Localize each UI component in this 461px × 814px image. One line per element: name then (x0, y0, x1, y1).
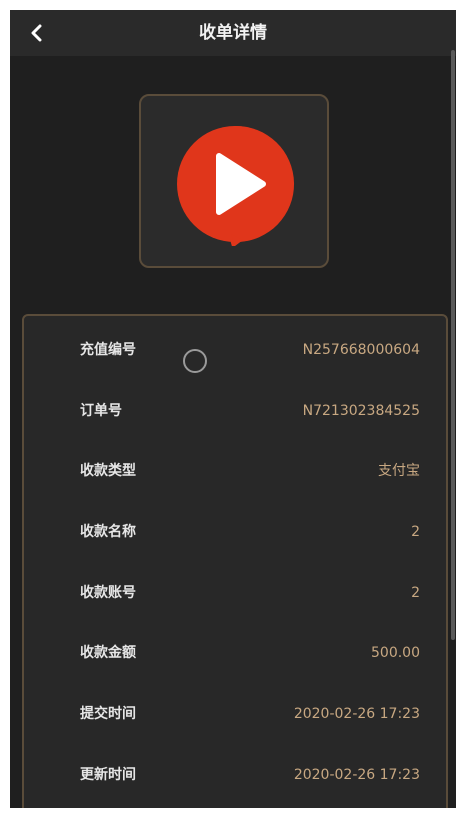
detail-label: 提交时间 (80, 706, 136, 722)
detail-label: 更新时间 (80, 767, 136, 783)
play-chat-logo-icon (177, 125, 294, 246)
detail-row-payee-account: 收款账号 2 (24, 578, 446, 608)
detail-label: 充值编号 (80, 342, 136, 358)
detail-label: 收款金额 (80, 645, 136, 661)
detail-value: 2 (411, 524, 420, 540)
detail-value: 2020-02-26 17:23 (293, 767, 420, 783)
detail-value: 500.00 (371, 645, 420, 661)
detail-row-amount: 收款金额 500.00 (24, 638, 446, 668)
detail-label: 收款类型 (80, 463, 136, 479)
detail-value: N721302384525 (302, 403, 420, 419)
detail-label: 收款账号 (80, 585, 136, 601)
detail-value: N257668000604 (302, 342, 420, 358)
chevron-left-icon[interactable] (24, 20, 50, 46)
app-screen: 收单详情 充值编号 N257668000604 订单号 N72130238452… (10, 10, 456, 808)
detail-row-submit-time: 提交时间 2020-02-26 17:23 (24, 699, 446, 729)
scrollbar[interactable] (451, 50, 455, 640)
detail-value: 支付宝 (378, 463, 420, 479)
detail-label: 收款名称 (80, 524, 136, 540)
order-detail-panel: 充值编号 N257668000604 订单号 N721302384525 收款类… (22, 314, 448, 808)
top-nav-bar: 收单详情 (10, 10, 456, 56)
detail-row-payment-type: 收款类型 支付宝 (24, 456, 446, 486)
detail-value: 2020-02-26 17:23 (293, 706, 420, 722)
detail-row-payee-name: 收款名称 2 (24, 517, 446, 547)
detail-row-update-time: 更新时间 2020-02-26 17:23 (24, 760, 446, 790)
detail-row-recharge-id: 充值编号 N257668000604 (24, 335, 446, 365)
app-logo-card (139, 94, 329, 268)
page-title: 收单详情 (199, 23, 267, 43)
detail-row-order-id: 订单号 N721302384525 (24, 396, 446, 426)
detail-label: 订单号 (80, 403, 122, 419)
detail-value: 2 (411, 585, 420, 601)
